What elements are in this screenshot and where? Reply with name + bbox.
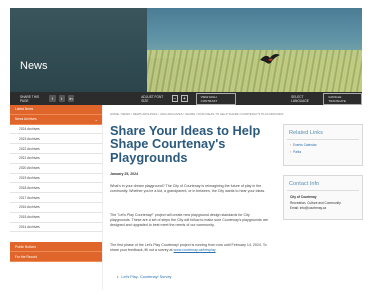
sidebar-item-2023[interactable]: 2023 Archives bbox=[10, 134, 102, 145]
arrow-right-icon: › bbox=[290, 150, 292, 154]
sidebar-item-2022[interactable]: 2022 Archives bbox=[10, 144, 102, 154]
sidebar-item-label: 2017 Archives bbox=[19, 195, 40, 200]
sidebar-item-label: 2014 Archives bbox=[19, 224, 40, 229]
contact-email[interactable]: Email: info@courtenay.ca bbox=[284, 206, 362, 210]
related-link-label: Events Calendar bbox=[293, 143, 317, 147]
twitter-icon[interactable]: t bbox=[58, 95, 65, 102]
translate-select[interactable]: GOOGLE TRANSLATE bbox=[323, 92, 362, 105]
related-links-card: Related Links › Events Calendar › Parks bbox=[283, 124, 363, 166]
sidebar-item-label: For the Record bbox=[15, 254, 37, 259]
hero-dark-panel bbox=[10, 8, 165, 92]
arrow-right-icon: › bbox=[290, 143, 292, 147]
sidebar-item-public-notices[interactable]: Public Notices bbox=[10, 242, 102, 253]
facebook-icon[interactable]: f bbox=[49, 95, 56, 102]
related-links-heading: Related Links bbox=[287, 125, 359, 140]
bullet-icon: • bbox=[117, 275, 119, 279]
sidebar-item-label: 2020 Archives bbox=[19, 166, 40, 171]
chevron-down-icon: ⌄ bbox=[94, 116, 98, 122]
sidebar-item-2016[interactable]: 2016 Archives bbox=[10, 203, 102, 213]
sidebar-item-2019[interactable]: 2019 Archives bbox=[10, 174, 102, 184]
post-date: January 25, 2024 bbox=[110, 172, 139, 176]
adjust-font-label: ADJUST FONT SIZE bbox=[141, 94, 164, 103]
font-decrease-button[interactable]: − bbox=[171, 95, 179, 102]
sidebar-item-news-archives[interactable]: News Archives ⌄ bbox=[10, 114, 102, 125]
breadcrumb[interactable]: HOME / NEWS / NEWS ARCHIVES / 2024 ARCHI… bbox=[110, 112, 284, 116]
survey-link[interactable]: Let's Play- Courtenay! Survey bbox=[121, 275, 171, 279]
sidebar-item-2021[interactable]: 2021 Archives bbox=[10, 154, 102, 164]
contact-dept: Recreation, Culture and Community bbox=[290, 200, 341, 205]
contact-info-card: Contact Info City of Courtenay Recreatio… bbox=[283, 175, 363, 220]
sidebar-item-label: 2024 Archives bbox=[19, 126, 40, 131]
sidebar-item-latest-news[interactable]: Latest News bbox=[10, 105, 102, 115]
page-banner-title: News bbox=[20, 60, 48, 72]
linkedin-icon[interactable]: in bbox=[67, 95, 75, 102]
page-title: Share Your Ideas to Help Shape Courtenay… bbox=[110, 123, 261, 165]
sidebar-item-label: Latest News bbox=[15, 107, 34, 112]
font-increase-button[interactable]: + bbox=[181, 95, 188, 102]
language-label: SELECT LANGUAGE bbox=[291, 94, 309, 103]
sidebar-item-for-the-record[interactable]: For the Record bbox=[10, 252, 102, 262]
contact-org: City of Courtenay bbox=[290, 195, 317, 199]
sidebar-item-label: Public Notices bbox=[15, 244, 36, 249]
sidebar-item-label: 2019 Archives bbox=[19, 175, 40, 180]
share-label: SHARE THIS PAGE bbox=[20, 94, 40, 103]
hero-banner: News bbox=[10, 8, 362, 92]
contact-info-heading: Contact Info bbox=[287, 176, 359, 191]
sidebar-item-2018[interactable]: 2018 Archives bbox=[10, 183, 102, 194]
utility-toolbar: SHARE THIS PAGE f t in ADJUST FONT SIZE … bbox=[10, 92, 362, 105]
paragraph-phase: The first phase of the Let's Play Courte… bbox=[110, 243, 270, 253]
related-link-events[interactable]: › Events Calendar bbox=[284, 143, 362, 147]
sidebar-nav: Latest News News Archives ⌄ 2024 Archives… bbox=[10, 105, 103, 290]
related-link-parks[interactable]: › Parks bbox=[284, 150, 362, 154]
high-contrast-button[interactable]: VIEW HIGH CONTRAST bbox=[195, 92, 237, 105]
sidebar-item-label: News Archives bbox=[15, 117, 37, 122]
sidebar-item-label: 2021 Archives bbox=[19, 156, 40, 161]
sidebar-item-label: 2022 Archives bbox=[19, 146, 40, 151]
sidebar-item-2024[interactable]: 2024 Archives bbox=[10, 125, 102, 135]
paragraph-intro: What's in your dream playground? The Cit… bbox=[110, 184, 266, 194]
hero-grass-image bbox=[147, 50, 362, 92]
letsplay-link[interactable]: www.courtenay.ca/letsplay bbox=[174, 248, 216, 252]
sidebar-item-label: 2023 Archives bbox=[19, 136, 40, 141]
sidebar-item-label: 2016 Archives bbox=[19, 205, 40, 210]
paragraph-project: The "Let's Play Courtenay!" project will… bbox=[110, 213, 269, 228]
sidebar-item-label: 2015 Archives bbox=[19, 215, 40, 220]
related-link-label: Parks bbox=[293, 150, 302, 154]
sidebar-item-2020[interactable]: 2020 Archives bbox=[10, 164, 102, 174]
sidebar-item-2017[interactable]: 2017 Archives bbox=[10, 193, 102, 203]
sidebar-item-2014[interactable]: 2014 Archives bbox=[10, 223, 102, 233]
bird-icon bbox=[260, 54, 280, 64]
sidebar-item-2015[interactable]: 2015 Archives bbox=[10, 213, 102, 223]
sidebar-item-label: 2018 Archives bbox=[19, 185, 40, 190]
survey-list-item: • Let's Play- Courtenay! Survey bbox=[117, 275, 171, 279]
